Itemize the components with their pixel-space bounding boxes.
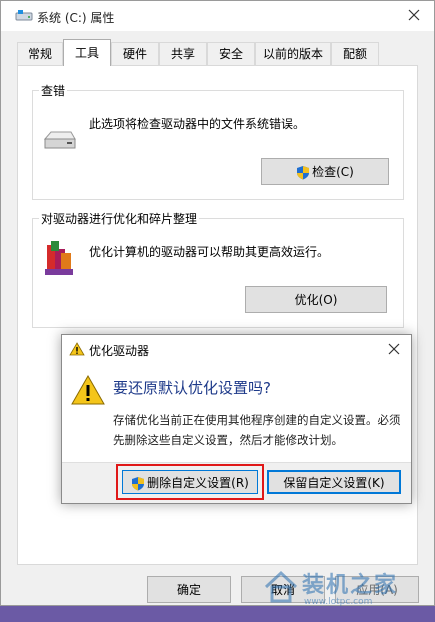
optimize-drives-dialog: 优化驱动器 要还原默认优化设置吗? 存储优化当前正在使用其他程序创建的自定义设置… bbox=[61, 334, 412, 504]
apply-button[interactable]: 应用(A) bbox=[335, 576, 419, 603]
dialog-title: 优化驱动器 bbox=[89, 344, 150, 358]
dialog-titlebar: 优化驱动器 bbox=[62, 335, 411, 363]
close-icon[interactable] bbox=[406, 7, 422, 23]
ok-button[interactable]: 确定 bbox=[147, 576, 231, 603]
error-checking-description: 此选项将检查驱动器中的文件系统错误。 bbox=[89, 117, 306, 131]
drive-icon bbox=[15, 10, 33, 21]
warning-small-icon bbox=[69, 342, 85, 356]
tab-previous-versions[interactable]: 以前的版本 bbox=[255, 42, 331, 65]
delete-custom-settings-label: 删除自定义设置(R) bbox=[147, 475, 249, 490]
dialog-heading: 要还原默认优化设置吗? bbox=[113, 379, 271, 397]
check-button-label: 检查(C) bbox=[312, 165, 354, 179]
dialog-close-icon[interactable] bbox=[387, 342, 401, 356]
optimize-group: 对驱动器进行优化和碎片整理 优化计算机的驱动器可以帮助其更高效运行。 优化(O) bbox=[32, 210, 404, 328]
optimize-description: 优化计算机的驱动器可以帮助其更高效运行。 bbox=[89, 245, 330, 259]
error-checking-group-label: 查错 bbox=[39, 82, 68, 99]
hard-drive-icon bbox=[43, 131, 76, 149]
tab-quota[interactable]: 配额 bbox=[331, 42, 379, 65]
tab-general[interactable]: 常规 bbox=[17, 42, 63, 65]
tab-hardware[interactable]: 硬件 bbox=[111, 42, 159, 65]
check-button[interactable]: 检查(C) bbox=[261, 158, 389, 185]
tab-security[interactable]: 安全 bbox=[207, 42, 255, 65]
error-checking-group: 查错 此选项将检查驱动器中的文件系统错误。 检查(C) bbox=[32, 82, 404, 200]
tab-tools[interactable]: 工具 bbox=[63, 39, 111, 66]
window-titlebar: 系统 (C:) 属性 bbox=[1, 1, 434, 31]
keep-custom-settings-button[interactable]: 保留自定义设置(K) bbox=[267, 470, 401, 494]
warning-icon bbox=[71, 375, 105, 405]
delete-custom-settings-button[interactable]: 删除自定义设置(R) bbox=[122, 470, 258, 494]
window-title: 系统 (C:) 属性 bbox=[37, 11, 115, 25]
uac-shield-icon bbox=[297, 166, 310, 180]
drive-properties-window: 系统 (C:) 属性 常规 工具 硬件 共享 安全 以前的版本 配额 查错 此选… bbox=[0, 0, 435, 606]
dialog-message: 存储优化当前正在使用其他程序创建的自定义设置。必须先删除这些自定义设置，然后才能… bbox=[113, 413, 401, 447]
tab-sharing[interactable]: 共享 bbox=[159, 42, 207, 65]
cancel-button[interactable]: 取消 bbox=[241, 576, 325, 603]
uac-shield-icon bbox=[132, 476, 145, 490]
optimize-button[interactable]: 优化(O) bbox=[245, 286, 387, 313]
dialog-button-bar: 删除自定义设置(R) 保留自定义设置(K) bbox=[62, 462, 411, 503]
optimize-group-label: 对驱动器进行优化和碎片整理 bbox=[39, 210, 200, 227]
defrag-icon bbox=[45, 241, 73, 275]
